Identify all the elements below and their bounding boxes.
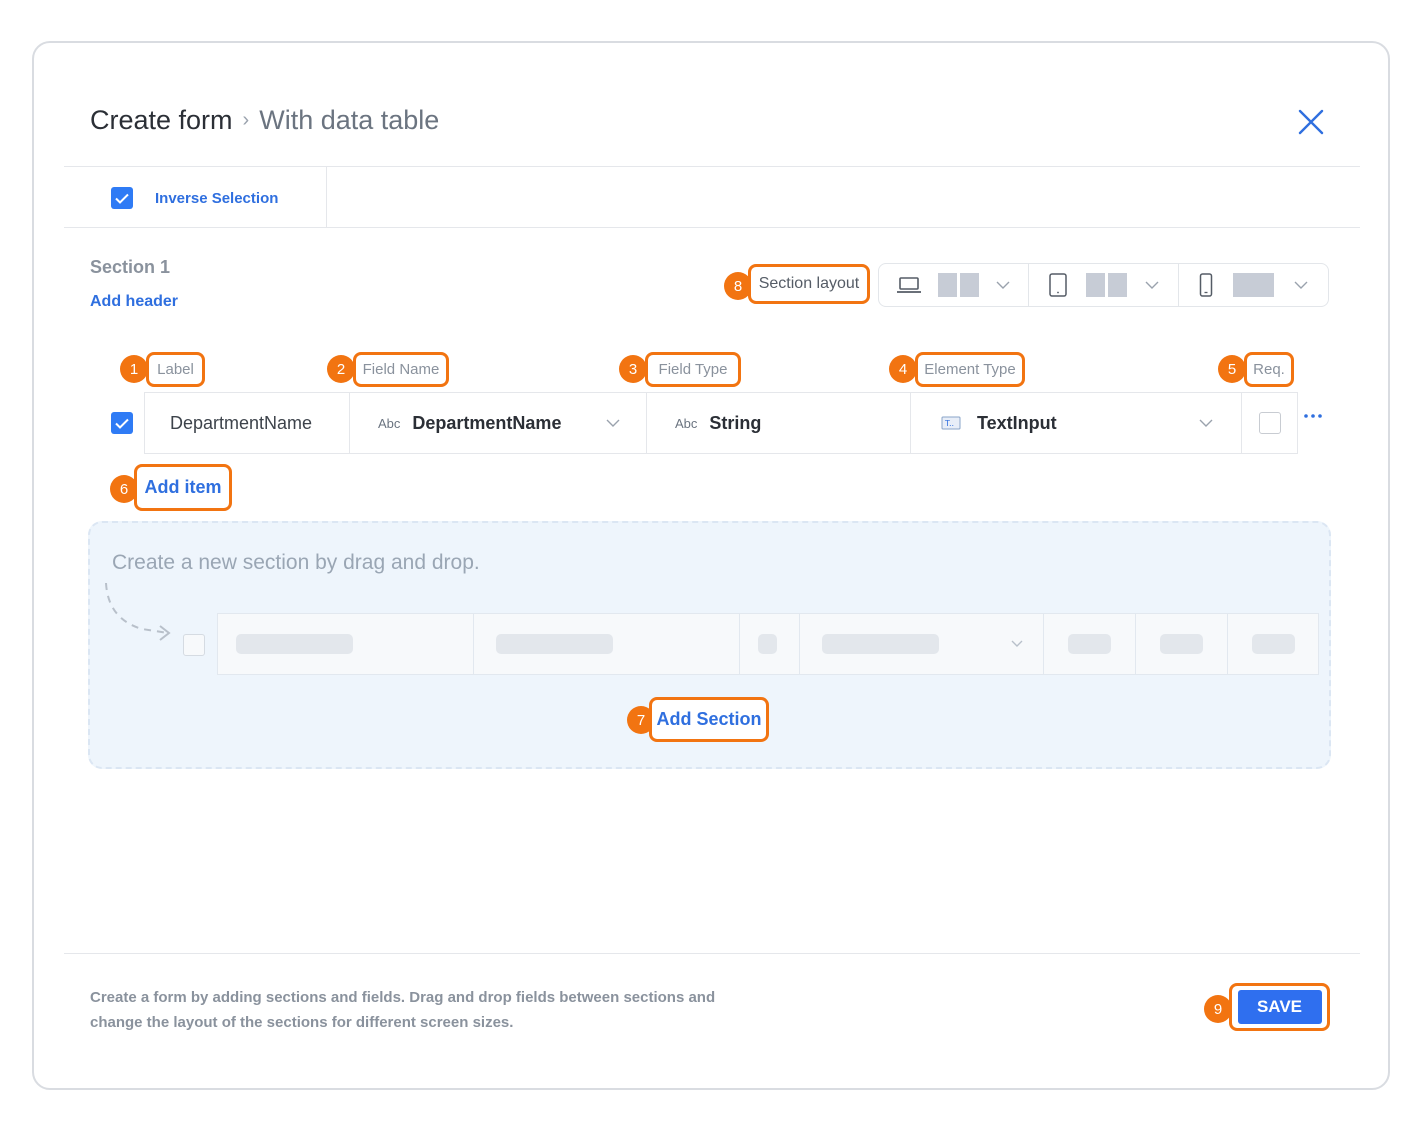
- layout-mobile-select[interactable]: [1179, 264, 1328, 306]
- page-title: Create form › With data table: [90, 105, 439, 136]
- field-type-cell: Abc String: [647, 393, 911, 453]
- annotation-badge-4: 4: [889, 355, 917, 383]
- breadcrumb-current: With data table: [259, 105, 440, 135]
- section-layout-label-highlight: Section layout: [748, 264, 870, 304]
- toolbar-bottom-divider: [64, 227, 1360, 228]
- row-select-checkbox[interactable]: [111, 412, 133, 434]
- breadcrumb-root: Create form: [90, 105, 233, 135]
- column-header-required: Req.: [1244, 352, 1294, 387]
- string-type-icon: Abc: [378, 415, 401, 431]
- text-input-icon: T..: [941, 416, 961, 430]
- table-row: DepartmentName Abc DepartmentName Abc St…: [144, 392, 1298, 454]
- add-item-highlight: Add item: [134, 464, 232, 511]
- layout-preview-two-columns: [937, 273, 979, 297]
- chevron-down-icon: [1294, 281, 1308, 289]
- label-input[interactable]: DepartmentName: [145, 393, 350, 453]
- ghost-table-row: [217, 613, 1319, 675]
- inverse-selection-checkbox[interactable]: [111, 187, 133, 209]
- toolbar-divider: [326, 167, 327, 227]
- laptop-icon: [897, 277, 922, 293]
- annotation-badge-3: 3: [619, 355, 647, 383]
- drag-arrow-icon: [105, 582, 171, 641]
- tablet-icon: [1049, 273, 1067, 297]
- close-icon: [1298, 109, 1324, 135]
- column-header-field-name: Field Name: [353, 352, 449, 387]
- chevron-down-icon: [1145, 281, 1159, 289]
- inverse-selection-label[interactable]: Inverse Selection: [155, 190, 278, 207]
- column-header-field-type: Field Type: [645, 352, 741, 387]
- layout-preview-one-column: [1233, 273, 1274, 297]
- ghost-row-checkbox: [183, 634, 205, 656]
- check-icon: [115, 193, 129, 204]
- field-type-value: String: [709, 412, 762, 433]
- section-title: Section 1: [90, 257, 171, 277]
- label-value: DepartmentName: [170, 412, 313, 433]
- add-header-link[interactable]: Add header: [90, 293, 178, 311]
- add-section-highlight: Add Section: [649, 697, 769, 742]
- field-name-select[interactable]: Abc DepartmentName: [350, 393, 647, 453]
- breadcrumb-separator: ›: [242, 109, 250, 131]
- check-icon: [115, 418, 129, 429]
- required-cell: [1242, 393, 1297, 453]
- create-form-modal: Create form › With data table Inverse Sele…: [32, 41, 1390, 1090]
- chevron-down-icon: [1199, 419, 1213, 427]
- dropzone-hint: Create a new section by drag and drop.: [112, 551, 480, 574]
- annotation-badge-9: 9: [1204, 995, 1232, 1023]
- annotation-badge-2: 2: [327, 355, 355, 383]
- add-item-button[interactable]: Add item: [144, 477, 221, 498]
- element-type-select[interactable]: T.. TextInput: [911, 393, 1242, 453]
- string-type-icon: Abc: [675, 415, 698, 431]
- annotation-badge-5: 5: [1218, 355, 1246, 383]
- required-checkbox[interactable]: [1258, 412, 1281, 434]
- save-button[interactable]: SAVE: [1237, 990, 1322, 1024]
- annotation-badge-1: 1: [120, 355, 148, 383]
- element-type-value: TextInput: [977, 412, 1057, 433]
- phone-icon: [1199, 273, 1213, 297]
- inverse-selection-toggle[interactable]: Inverse Selection: [111, 187, 278, 209]
- layout-desktop-select[interactable]: [879, 264, 1029, 306]
- column-header-element-type: Element Type: [915, 352, 1025, 387]
- field-name-value: DepartmentName: [412, 412, 562, 433]
- section-layout-label: Section layout: [758, 275, 860, 292]
- save-highlight: SAVE: [1229, 983, 1330, 1031]
- section-layout-selector: [878, 263, 1329, 307]
- column-header-label: Label: [146, 352, 205, 387]
- chevron-down-icon: [606, 419, 620, 427]
- layout-tablet-select[interactable]: [1029, 264, 1179, 306]
- layout-preview-two-columns: [1086, 273, 1127, 297]
- add-section-button[interactable]: Add Section: [656, 709, 761, 730]
- row-more-button[interactable]: [1302, 405, 1324, 427]
- chevron-down-icon: [996, 281, 1010, 289]
- svg-text:T..: T..: [944, 419, 954, 428]
- close-button[interactable]: [1296, 107, 1326, 137]
- new-section-dropzone[interactable]: Create a new section by drag and drop. 7…: [88, 521, 1331, 769]
- header-divider: [64, 166, 1360, 167]
- footer-help-text: Create a form by adding sections and fie…: [90, 989, 716, 1031]
- more-horizontal-icon: [1304, 414, 1322, 418]
- chevron-down-icon: [1011, 640, 1023, 647]
- footer-divider: [64, 953, 1360, 954]
